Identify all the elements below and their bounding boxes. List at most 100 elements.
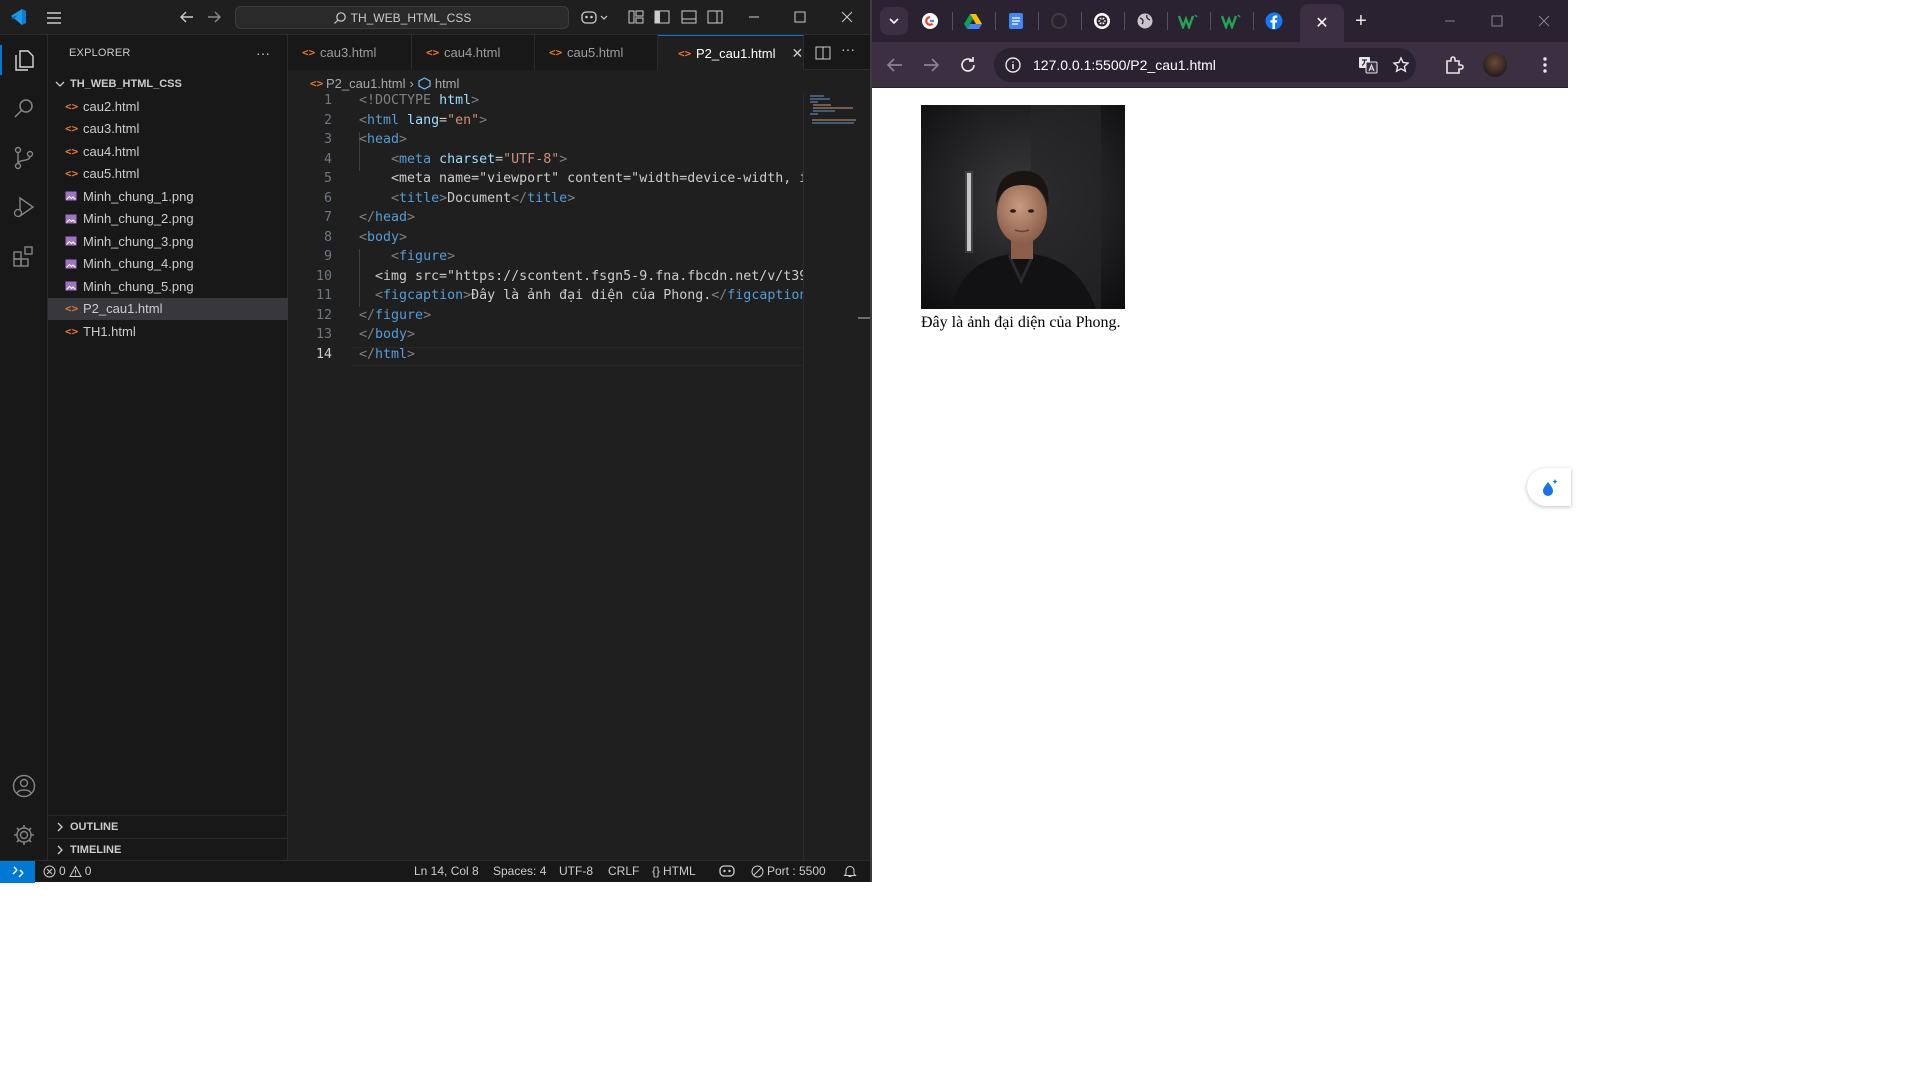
code-line[interactable]: 1 <!DOCTYPE html> (288, 93, 803, 113)
line-number: 12 (315, 307, 332, 323)
customize-layout-icon[interactable] (627, 8, 645, 26)
code-line[interactable]: 9 <figure> (288, 249, 803, 269)
tab-google-drive[interactable] (958, 6, 988, 36)
extensions-icon[interactable] (11, 243, 37, 269)
code-line[interactable]: 12 </figure> (288, 308, 803, 328)
eol-indicator[interactable]: CRLF (608, 864, 639, 878)
run-debug-icon[interactable] (11, 194, 37, 220)
settings-gear-icon[interactable] (11, 822, 37, 848)
minimize-icon[interactable] (743, 6, 765, 28)
extensions-puzzle-icon[interactable] (1443, 54, 1465, 76)
code-line[interactable]: 13 </body> (288, 327, 803, 347)
floating-extension-button[interactable] (1527, 468, 1571, 506)
outline-section[interactable]: OUTLINE (48, 815, 288, 837)
code-line[interactable]: 8 <body> (288, 230, 803, 250)
code-line[interactable]: 7 </head> (288, 210, 803, 230)
code-line[interactable]: 10 <img src="https://scontent.fsgn5-9.fn… (288, 269, 803, 289)
close-tab-icon[interactable]: ✕ (1315, 13, 1328, 33)
close-icon[interactable] (836, 6, 858, 28)
toggle-panel-icon[interactable] (680, 8, 698, 26)
explorer-files-icon[interactable] (11, 47, 37, 73)
code-line[interactable]: 4 <meta charset="UTF-8"> (288, 152, 803, 172)
more-actions-icon[interactable]: ··· (841, 41, 859, 59)
file-tree-item[interactable]: <> P2_cau1.html (48, 297, 288, 320)
tab-globe-site[interactable] (1130, 6, 1160, 36)
tab-w-app-1[interactable] (1173, 6, 1203, 36)
forward-arrow-icon[interactable] (205, 8, 223, 26)
tab-cau3[interactable]: <> cau3.html (288, 35, 412, 70)
file-tree-item[interactable]: <> cau5.html (48, 163, 288, 185)
language-mode[interactable]: {} HTML (652, 864, 696, 878)
encoding-indicator[interactable]: UTF-8 (559, 864, 593, 878)
more-actions-icon[interactable]: ··· (256, 45, 270, 61)
close-icon[interactable] (1533, 10, 1555, 32)
site-info-icon[interactable] (1004, 56, 1022, 74)
hamburger-menu-icon[interactable] (44, 8, 64, 28)
notifications-bell-icon[interactable] (843, 864, 857, 878)
problems-indicator[interactable]: 0 0 (43, 864, 91, 878)
tab-dark-app[interactable] (1044, 6, 1074, 36)
maximize-icon[interactable] (1486, 10, 1508, 32)
tab-chatgpt[interactable] (1087, 6, 1117, 36)
more-menu-icon[interactable] (1534, 54, 1556, 76)
code-line[interactable]: 6 <title>Document</title> (288, 191, 803, 211)
command-center-search[interactable]: TH_WEB_HTML_CSS (235, 6, 569, 29)
maximize-icon[interactable] (789, 6, 811, 28)
code-line[interactable]: 2 <html lang="en"> (288, 113, 803, 133)
bookmark-star-icon[interactable] (1392, 56, 1410, 74)
file-tree-item[interactable]: Minh_chung_5.png (48, 275, 288, 297)
workspace-folder[interactable]: TH_WEB_HTML_CSS (48, 73, 288, 95)
back-arrow-icon[interactable] (884, 54, 906, 76)
file-tree-item[interactable]: Minh_chung_3.png (48, 230, 288, 252)
copilot-status-icon[interactable] (719, 864, 735, 878)
tab-google[interactable] (915, 6, 945, 36)
accounts-icon[interactable] (11, 773, 37, 799)
active-tab[interactable]: ✕ (1300, 4, 1344, 42)
profile-avatar[interactable] (1483, 53, 1507, 77)
back-arrow-icon[interactable] (178, 8, 196, 26)
html-file-icon: <> (310, 76, 324, 90)
file-tree-item[interactable]: <> TH1.html (48, 320, 288, 342)
vertical-scrollbar[interactable] (858, 93, 870, 860)
file-tree-item[interactable]: Minh_chung_1.png (48, 185, 288, 207)
facebook-icon (1265, 12, 1283, 30)
remote-indicator-button[interactable] (0, 861, 35, 883)
address-bar[interactable]: 127.0.0.1:5500/P2_cau1.html (994, 48, 1416, 82)
breadcrumb-symbol[interactable]: html (435, 76, 460, 91)
indentation-indicator[interactable]: Spaces: 4 (493, 864, 546, 878)
cursor-position[interactable]: Ln 14, Col 8 (414, 864, 479, 878)
file-tree-item[interactable]: Minh_chung_4.png (48, 253, 288, 275)
copilot-icon[interactable] (580, 8, 610, 26)
code-line[interactable]: 3 <head> (288, 132, 803, 152)
tab-search-button[interactable] (880, 7, 908, 35)
source-control-icon[interactable] (11, 145, 37, 171)
file-tree-item[interactable]: <> cau4.html (48, 140, 288, 162)
file-tree-item[interactable]: <> cau3.html (48, 118, 288, 140)
minimize-icon[interactable] (1439, 10, 1461, 32)
tab-cau5[interactable]: <> cau5.html (535, 35, 658, 70)
minimap[interactable] (803, 93, 858, 860)
forward-arrow-icon[interactable] (920, 54, 942, 76)
tab-p2-cau1[interactable]: <> P2_cau1.html ✕ (658, 35, 804, 70)
toggle-secondary-sidebar-icon[interactable] (706, 8, 724, 26)
code-line[interactable]: 11 <figcaption>Đây là ảnh đại diện của P… (288, 288, 803, 308)
live-server-port[interactable]: Port : 5500 (751, 864, 826, 878)
new-tab-button[interactable]: + (1348, 8, 1374, 34)
file-tree-item[interactable]: <> cau2.html (48, 95, 288, 117)
toggle-primary-sidebar-icon[interactable] (653, 8, 671, 26)
tab-w-app-2[interactable] (1216, 6, 1246, 36)
split-editor-icon[interactable] (814, 44, 832, 62)
code-line[interactable]: 14 </html> (288, 347, 803, 367)
tab-cau4[interactable]: <> cau4.html (412, 35, 535, 70)
breadcrumb-file[interactable]: P2_cau1.html (326, 76, 406, 91)
search-icon[interactable] (11, 96, 37, 122)
tab-google-docs[interactable] (1001, 6, 1031, 36)
timeline-section[interactable]: TIMELINE (48, 838, 288, 860)
tab-close-icon[interactable]: ✕ (792, 45, 804, 62)
line-number: 11 (315, 288, 332, 303)
translate-icon[interactable] (1358, 55, 1378, 75)
tab-facebook[interactable] (1259, 6, 1289, 36)
file-tree-item[interactable]: Minh_chung_2.png (48, 208, 288, 230)
code-line[interactable]: 5 <meta name="viewport" content="width=d… (288, 171, 803, 191)
reload-icon[interactable] (957, 54, 979, 76)
